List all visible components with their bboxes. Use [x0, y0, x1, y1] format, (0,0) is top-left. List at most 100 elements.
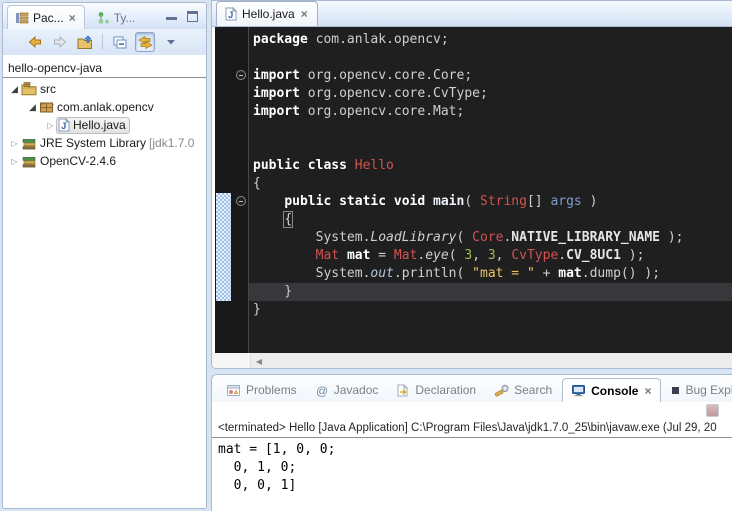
- code-line[interactable]: Mat mat = Mat.eye( 3, 3, CvType.CV_8UC1 …: [249, 247, 732, 265]
- tab-label: Problems: [246, 383, 297, 397]
- tree-item-project[interactable]: hello-opencv-java: [3, 60, 206, 78]
- console-output-line: mat = [1, 0, 0;: [218, 441, 726, 459]
- console-view: Problems @Javadoc Declaration Search Console…: [211, 374, 732, 511]
- code-token-type: Mat: [394, 248, 417, 263]
- collapse-all-button[interactable]: [110, 32, 130, 52]
- code-line[interactable]: import org.opencv.core.Core;: [249, 67, 732, 85]
- expand-twisty-icon[interactable]: ▷: [45, 121, 56, 130]
- collapse-twisty-icon[interactable]: ◢: [27, 102, 38, 113]
- tree-node[interactable]: OpenCV-2.4.6: [20, 153, 119, 170]
- tree-item-hello-java[interactable]: ▷JHello.java: [3, 116, 206, 134]
- code-token-pl: [339, 248, 347, 263]
- search-icon: [494, 384, 509, 397]
- package-explorer-toolbar: [3, 29, 206, 55]
- console-output[interactable]: mat = [1, 0, 0; 0, 1, 0; 0, 0, 1]: [212, 438, 732, 498]
- code-token-pl: [347, 158, 355, 173]
- tree-item-jre-system-library[interactable]: ▷JRE System Library [jdk1.7.0: [3, 134, 206, 152]
- tab-label: Declaration: [415, 383, 476, 397]
- expand-twisty-icon[interactable]: ▷: [9, 139, 20, 148]
- svg-text:J: J: [228, 10, 233, 20]
- editor-body: package com.anlak.opencv; import org.open…: [215, 27, 732, 353]
- code-line[interactable]: System.out.println( "mat = " + mat.dump(…: [249, 265, 732, 283]
- scroll-left-arrow-icon[interactable]: ◀: [251, 357, 267, 366]
- tab-search[interactable]: Search: [486, 378, 560, 402]
- tree-item-label: OpenCV-2.4.6: [40, 154, 116, 168]
- tab-javadoc[interactable]: @Javadoc: [307, 378, 387, 402]
- editor-annotation-ruler[interactable]: [215, 27, 249, 353]
- code-line[interactable]: import org.opencv.core.Mat;: [249, 103, 732, 121]
- tab-package-explorer-label: Pac...: [33, 11, 64, 25]
- link-editor-button[interactable]: [135, 32, 155, 52]
- minimize-view-button[interactable]: [166, 16, 177, 20]
- code-area[interactable]: package com.anlak.opencv; import org.open…: [249, 27, 732, 353]
- tab-bug-explorer[interactable]: Bug Explorer: [663, 378, 732, 402]
- tab-close-icon[interactable]: ×: [68, 13, 77, 23]
- code-token-pl: ): [582, 194, 598, 209]
- tab-package-explorer[interactable]: Pac... ×: [7, 5, 85, 29]
- code-token-pl: ,: [472, 248, 488, 263]
- tab-console[interactable]: Console ×: [562, 378, 661, 402]
- expand-twisty-icon[interactable]: ▷: [9, 157, 20, 166]
- tab-type-hierarchy[interactable]: Ty...: [89, 5, 144, 29]
- tab-type-hierarchy-label: Ty...: [114, 11, 136, 25]
- editor-tabbar: J Hello.java ×: [212, 1, 732, 27]
- code-line[interactable]: public static void main( String[] args ): [249, 193, 732, 211]
- code-line[interactable]: public class Hello: [249, 157, 732, 175]
- tree-node[interactable]: src: [20, 81, 59, 98]
- back-button[interactable]: [25, 32, 45, 52]
- code-line[interactable]: [249, 49, 732, 67]
- code-token-pl: .dump() );: [582, 266, 660, 281]
- code-line-current[interactable]: }: [249, 283, 732, 301]
- fold-collapse-icon[interactable]: [236, 70, 246, 80]
- editor-tab-close-icon[interactable]: ×: [300, 9, 309, 19]
- tab-close-icon[interactable]: ×: [643, 386, 652, 396]
- code-line[interactable]: import org.opencv.core.CvType;: [249, 85, 732, 103]
- editor-horizontal-scrollbar[interactable]: ◀: [212, 353, 732, 369]
- back-icon: [27, 34, 43, 50]
- terminate-button[interactable]: [706, 404, 719, 417]
- tree-item-com-anlak-opencv[interactable]: ◢com.anlak.opencv: [3, 98, 206, 116]
- code-line[interactable]: package com.anlak.opencv;: [249, 31, 732, 49]
- tree-item-label: JRE System Library: [40, 136, 146, 150]
- tree-item-src[interactable]: ◢src: [3, 80, 206, 98]
- java-file-icon: J: [225, 7, 237, 21]
- code-token-pl: ,: [496, 248, 512, 263]
- up-folder-button[interactable]: [75, 32, 95, 52]
- code-token-pl: }: [253, 284, 292, 299]
- maximize-view-button[interactable]: [187, 11, 198, 22]
- editor-tab-hello-java[interactable]: J Hello.java ×: [216, 1, 318, 26]
- code-token-field: out: [370, 266, 393, 281]
- fold-collapse-icon[interactable]: [236, 196, 246, 206]
- collapse-twisty-icon[interactable]: ◢: [9, 84, 20, 95]
- console-output-line: 0, 0, 1]: [218, 477, 726, 495]
- tab-label: Search: [514, 383, 552, 397]
- console-tabbar: Problems @Javadoc Declaration Search Console…: [212, 375, 732, 402]
- library-icon: [21, 154, 37, 168]
- code-line[interactable]: System.LoadLibrary( Core.NATIVE_LIBRARY_…: [249, 229, 732, 247]
- code-token-pl: (: [464, 194, 480, 209]
- tab-problems[interactable]: Problems: [218, 378, 305, 402]
- view-menu-button[interactable]: [164, 32, 178, 52]
- code-line[interactable]: }: [249, 301, 732, 319]
- tree-node[interactable]: com.anlak.opencv: [38, 99, 157, 116]
- code-line[interactable]: {: [249, 211, 732, 229]
- code-token-pl: [253, 248, 316, 263]
- scrollbar-track[interactable]: ◀: [250, 353, 732, 369]
- code-token-pl: .: [558, 248, 566, 263]
- code-line[interactable]: {: [249, 175, 732, 193]
- tab-label: Console: [591, 384, 638, 398]
- problems-icon: [226, 384, 241, 397]
- tree-item-opencv-2-4-6[interactable]: ▷ OpenCV-2.4.6: [3, 152, 206, 170]
- tab-declaration[interactable]: Declaration: [388, 378, 484, 402]
- code-token-ital: LoadLibrary: [370, 230, 456, 245]
- plugin-square-icon: [671, 386, 680, 395]
- forward-button[interactable]: [50, 32, 70, 52]
- code-line[interactable]: [249, 139, 732, 157]
- code-token-const: NATIVE_LIBRARY_NAME: [511, 230, 660, 245]
- code-token-pl: (: [457, 230, 473, 245]
- code-token-kw: import: [253, 104, 300, 119]
- tree-node[interactable]: JRE System Library [jdk1.7.0: [20, 135, 197, 152]
- tab-label: Javadoc: [334, 383, 379, 397]
- selected-tree-node[interactable]: JHello.java: [56, 117, 130, 134]
- code-line[interactable]: [249, 121, 732, 139]
